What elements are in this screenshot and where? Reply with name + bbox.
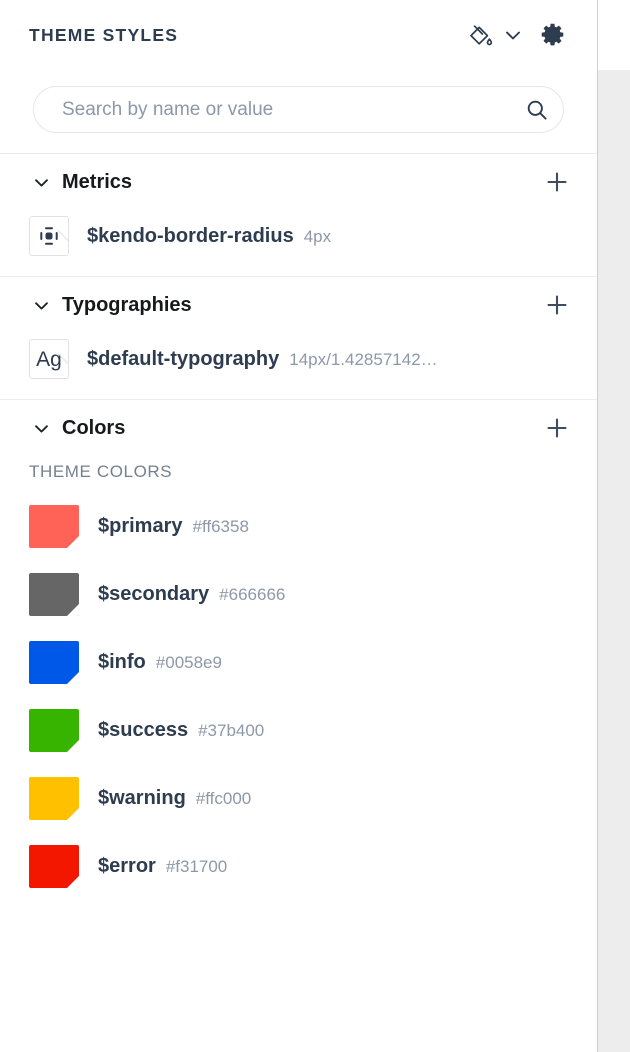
search-container (0, 70, 597, 153)
section-metrics-header[interactable]: Metrics (0, 154, 597, 210)
canvas-area (598, 0, 630, 1052)
color-row[interactable]: $error #f31700 (0, 832, 597, 900)
section-colors-title: Colors (62, 416, 126, 439)
page-title: THEME STYLES (29, 24, 179, 45)
add-typography-button[interactable] (539, 287, 575, 323)
metric-name: $kendo-border-radius (87, 224, 294, 247)
search-box[interactable] (33, 86, 564, 133)
gear-icon[interactable] (529, 18, 575, 52)
color-value: #f31700 (165, 856, 228, 876)
color-swatch[interactable] (29, 504, 79, 548)
chevron-down-icon[interactable] (32, 419, 58, 438)
chevron-down-icon[interactable] (32, 173, 58, 192)
metric-row[interactable]: $kendo-border-radius 4px (0, 210, 597, 262)
color-value: #ffc000 (195, 788, 252, 808)
border-radius-icon (29, 216, 69, 256)
typography-name: $default-typography (87, 347, 280, 370)
chevron-down-icon[interactable] (497, 18, 529, 52)
color-value: #ff6358 (192, 516, 249, 536)
color-swatch[interactable] (29, 708, 79, 752)
color-value: #0058e9 (155, 652, 222, 672)
color-row[interactable]: $success #37b400 (0, 696, 597, 764)
canvas-background (598, 70, 630, 1052)
color-list: $primary #ff6358 $secondary #666666 $inf… (0, 492, 597, 900)
section-metrics-title: Metrics (62, 170, 133, 193)
section-metrics: Metrics $kendo-border-radius 4px (0, 153, 597, 276)
theme-styles-panel: THEME STYLES Search by name or value Met… (0, 0, 598, 1052)
typography-preview: Ag (36, 347, 62, 371)
color-row[interactable]: $secondary #666666 (0, 560, 597, 628)
color-name: $primary (98, 514, 183, 537)
color-name: $warning (98, 786, 186, 809)
color-value: #37b400 (198, 720, 265, 740)
add-color-button[interactable] (539, 410, 575, 446)
color-row[interactable]: $primary #ff6358 (0, 492, 597, 560)
section-typographies: Typographies Ag $default-typography 14px… (0, 276, 597, 399)
search-input[interactable] (34, 87, 511, 132)
paint-bucket-icon[interactable] (463, 18, 497, 52)
color-name: $info (98, 650, 146, 673)
section-colors-header[interactable]: Colors (0, 400, 597, 456)
color-name: $success (98, 718, 189, 741)
chevron-down-icon[interactable] (32, 296, 58, 315)
color-swatch[interactable] (29, 572, 79, 616)
theme-colors-group-label: THEME COLORS (29, 462, 173, 481)
typography-value: 14px/1.42857142… (289, 349, 438, 369)
color-swatch[interactable] (29, 640, 79, 684)
search-icon[interactable] (511, 97, 563, 123)
add-metric-button[interactable] (539, 164, 575, 200)
typography-row[interactable]: Ag $default-typography 14px/1.42857142… (0, 333, 597, 385)
section-typographies-title: Typographies (62, 293, 192, 316)
section-typographies-header[interactable]: Typographies (0, 277, 597, 333)
color-row[interactable]: $info #0058e9 (0, 628, 597, 696)
header-toolbar (463, 18, 575, 52)
color-name: $error (98, 854, 156, 877)
color-row[interactable]: $warning #ffc000 (0, 764, 597, 832)
color-swatch[interactable] (29, 776, 79, 820)
metric-value: 4px (303, 226, 332, 246)
section-colors: Colors THEME COLORS $primary #ff6358 $se… (0, 399, 597, 914)
color-value: #666666 (219, 584, 286, 604)
typography-ag-icon: Ag (29, 339, 69, 379)
panel-header: THEME STYLES (0, 0, 597, 70)
app-stage: THEME STYLES Search by name or value Met… (0, 0, 630, 1052)
color-name: $secondary (98, 582, 210, 605)
color-swatch[interactable] (29, 844, 79, 888)
